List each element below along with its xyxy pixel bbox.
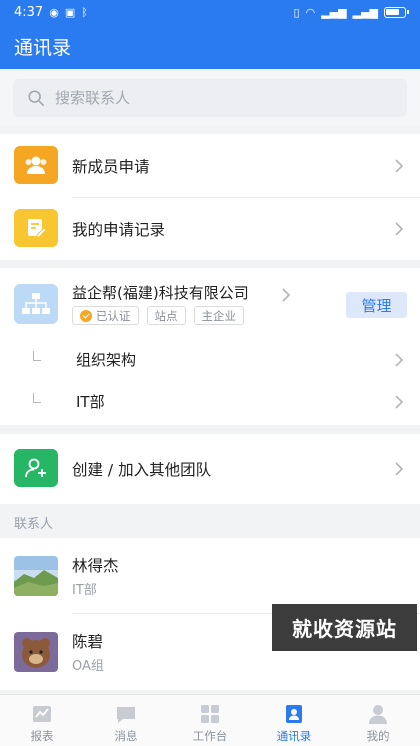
create-join-team-label: 创建 / 加入其他团队 xyxy=(72,461,212,479)
tab-label: 消息 xyxy=(114,729,138,743)
status-bar: 4:37 ◉ ▣ ᛒ ▯ ◠ ▂▄▆ ▂▄▆ xyxy=(0,0,420,24)
app-bar: 通讯录 xyxy=(0,24,420,69)
org-structure-label: 组织架构 xyxy=(76,351,137,369)
tab-workbench[interactable]: 工作台 xyxy=(168,695,252,746)
grid-icon xyxy=(201,705,219,723)
search-icon xyxy=(28,89,45,106)
verified-badge: 已认证 xyxy=(72,306,139,325)
tab-label: 通讯录 xyxy=(276,729,312,743)
tab-label: 工作台 xyxy=(192,729,228,743)
bluetooth-icon: ᛒ xyxy=(81,5,88,19)
it-department-label: IT部 xyxy=(76,393,105,411)
verified-icon xyxy=(80,309,92,322)
vibrate-icon: ▯ xyxy=(293,5,300,19)
report-icon xyxy=(33,706,51,722)
org-structure-item[interactable]: 组织架构 xyxy=(0,339,420,382)
page-title: 通讯录 xyxy=(14,37,72,59)
main-company-badge: 主企业 xyxy=(193,306,244,325)
tree-branch-icon xyxy=(33,351,41,361)
search-section: 搜索联系人 xyxy=(0,69,420,126)
eye-icon: ◉ xyxy=(49,5,59,19)
avatar xyxy=(14,556,58,596)
manage-button[interactable]: 管理 xyxy=(346,292,407,318)
chevron-right-icon xyxy=(395,159,404,173)
my-application-records-item[interactable]: 我的申请记录 xyxy=(0,197,420,260)
new-member-request-item[interactable]: 新成员申请 xyxy=(0,134,420,197)
contacts-icon xyxy=(286,705,302,723)
contact-item[interactable]: 林得杰 IT部 xyxy=(0,538,420,614)
notification-icon: ▣ xyxy=(64,5,76,19)
edit-icon xyxy=(14,209,58,247)
contact-name: 林得杰 xyxy=(72,557,119,575)
person-icon xyxy=(369,705,387,724)
tab-reports[interactable]: 报表 xyxy=(0,695,84,746)
tab-messages[interactable]: 消息 xyxy=(84,695,168,746)
verified-label: 已认证 xyxy=(96,308,131,323)
clock: 4:37 xyxy=(14,4,44,20)
contact-department: OA组 xyxy=(72,659,104,674)
contact-department: IT部 xyxy=(72,583,97,598)
it-department-item[interactable]: IT部 xyxy=(0,381,420,424)
new-member-request-label: 新成员申请 xyxy=(72,158,150,176)
avatar xyxy=(14,632,58,672)
organization-name[interactable]: 益企帮(福建)科技有限公司 xyxy=(72,282,249,303)
tab-label: 我的 xyxy=(366,729,390,743)
contact-name: 陈碧 xyxy=(72,633,104,651)
signal-2-icon: ▂▄▆ xyxy=(352,5,378,19)
signal-icon: ▂▄▆ xyxy=(321,5,347,19)
tab-contacts[interactable]: 通讯录 xyxy=(252,695,336,746)
chevron-right-icon xyxy=(395,353,404,367)
organization-tags: 已认证 站点 主企业 xyxy=(72,306,244,325)
battery-icon xyxy=(384,6,409,18)
watermark: 就收资源站 xyxy=(272,604,417,651)
organization-card: 益企帮(福建)科技有限公司 已认证 站点 主企业 管理 组织架构 IT部 xyxy=(0,268,420,425)
tab-mine[interactable]: 我的 xyxy=(336,695,420,746)
wifi-icon: ◠ xyxy=(305,5,316,19)
tree-branch-icon xyxy=(33,393,41,403)
search-input[interactable]: 搜索联系人 xyxy=(13,78,407,117)
chevron-right-icon[interactable] xyxy=(281,288,291,302)
bottom-tab-bar: 报表 消息 工作台 通讯录 我的 xyxy=(0,694,420,746)
create-join-team-item[interactable]: 创建 / 加入其他团队 xyxy=(0,434,420,504)
quick-actions-card: 新成员申请 我的申请记录 xyxy=(0,134,420,260)
chevron-right-icon xyxy=(395,462,404,476)
chevron-right-icon xyxy=(395,222,404,236)
org-chart-icon xyxy=(14,284,58,324)
contacts-section-title: 联系人 xyxy=(14,517,54,532)
users-icon xyxy=(14,146,58,184)
tab-label: 报表 xyxy=(30,729,54,743)
search-placeholder: 搜索联系人 xyxy=(55,89,131,107)
chevron-right-icon xyxy=(395,395,404,409)
my-application-records-label: 我的申请记录 xyxy=(72,221,166,239)
site-badge: 站点 xyxy=(146,306,186,325)
chat-icon xyxy=(117,707,135,723)
add-user-icon xyxy=(14,449,58,487)
